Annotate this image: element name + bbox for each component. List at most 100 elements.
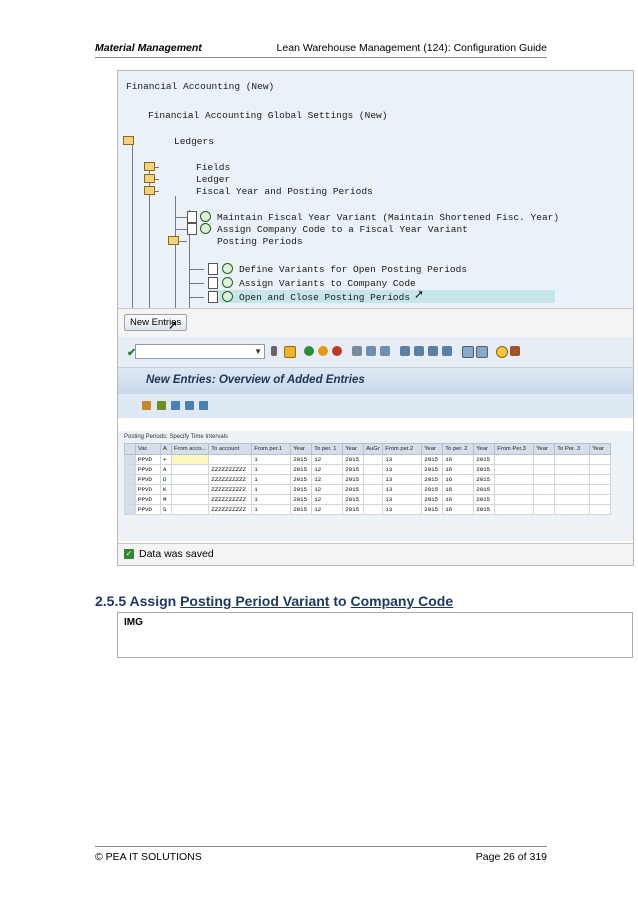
table-cell[interactable] <box>554 464 591 475</box>
find-next-icon[interactable] <box>380 346 390 356</box>
execute-clock-icon[interactable] <box>200 223 211 234</box>
table-cell[interactable] <box>363 454 384 465</box>
table-cell[interactable]: A <box>160 464 172 475</box>
table-cell[interactable] <box>589 474 612 485</box>
last-page-icon[interactable] <box>442 346 452 356</box>
table-cell[interactable]: 12 <box>311 464 344 475</box>
tree-item-ledger[interactable]: Ledger <box>196 174 230 185</box>
row-selector-header[interactable] <box>124 443 136 455</box>
table-cell[interactable]: 2015 <box>473 494 496 505</box>
table-cell[interactable] <box>554 454 591 465</box>
table-cell[interactable] <box>589 454 612 465</box>
table-cell[interactable]: 2015 <box>473 454 496 465</box>
table-cell[interactable] <box>554 504 591 515</box>
table-cell[interactable] <box>554 494 591 505</box>
copy-as-icon[interactable] <box>157 401 166 410</box>
edit-pencil-icon[interactable] <box>142 401 151 410</box>
table-cell[interactable]: D <box>160 474 172 485</box>
table-cell[interactable]: 2015 <box>421 454 444 465</box>
table-cell[interactable] <box>363 464 384 475</box>
column-header[interactable]: From Per.3 <box>494 443 535 455</box>
table-cell[interactable]: 13 <box>382 484 423 495</box>
table-cell[interactable]: 2015 <box>421 504 444 515</box>
table-cell[interactable] <box>554 484 591 495</box>
tree-item-financial-accounting[interactable]: Financial Accounting (New) <box>126 81 274 92</box>
table-cell[interactable] <box>363 504 384 515</box>
table-cell[interactable]: 13 <box>382 454 423 465</box>
table-cell[interactable]: 2015 <box>421 464 444 475</box>
tree-item-assign-variants[interactable]: Assign Variants to Company Code <box>239 278 416 289</box>
tree-item-maintain-fy-variant[interactable]: Maintain Fiscal Year Variant (Maintain S… <box>217 212 559 223</box>
table-cell[interactable] <box>170 504 210 515</box>
delete-icon[interactable] <box>171 401 180 410</box>
table-cell[interactable] <box>170 464 210 475</box>
table-cell[interactable] <box>494 504 535 515</box>
table-cell[interactable]: 1 <box>251 454 292 465</box>
table-cell[interactable]: 16 <box>442 494 475 505</box>
table-cell[interactable]: 2015 <box>342 464 365 475</box>
row-selector[interactable] <box>124 504 136 515</box>
table-cell[interactable]: S <box>160 504 172 515</box>
table-cell[interactable]: 12 <box>311 494 344 505</box>
table-cell[interactable] <box>533 464 556 475</box>
cancel-icon[interactable] <box>332 346 342 356</box>
save-back-icon[interactable] <box>271 346 277 356</box>
table-cell[interactable]: 2015 <box>473 474 496 485</box>
column-header[interactable]: From per.2 <box>382 443 423 455</box>
table-cell[interactable] <box>533 454 556 465</box>
table-cell[interactable]: 1 <box>251 494 292 505</box>
table-cell[interactable]: 16 <box>442 484 475 495</box>
print-icon[interactable] <box>352 346 362 356</box>
table-cell[interactable] <box>170 484 210 495</box>
tree-item-fields[interactable]: Fields <box>196 162 230 173</box>
table-cell[interactable]: 2015 <box>421 494 444 505</box>
column-header[interactable]: To per. 1 <box>311 443 344 455</box>
table-cell[interactable]: 2015 <box>290 494 313 505</box>
table-cell[interactable]: 2015 <box>342 504 365 515</box>
table-cell[interactable] <box>494 464 535 475</box>
table-cell[interactable]: 2015 <box>342 474 365 485</box>
table-cell[interactable]: ZZZZZZZZZZ <box>208 464 253 475</box>
back-icon[interactable] <box>304 346 314 356</box>
help-icon[interactable] <box>496 346 508 358</box>
table-cell[interactable]: ZZZZZZZZZZ <box>208 474 253 485</box>
column-header[interactable]: To per. 2 <box>442 443 475 455</box>
previous-page-icon[interactable] <box>414 346 424 356</box>
column-header[interactable]: A <box>160 443 172 455</box>
tree-item-posting-periods[interactable]: Posting Periods <box>217 236 303 247</box>
table-cell[interactable] <box>170 474 210 485</box>
table-cell[interactable]: 2015 <box>290 474 313 485</box>
layout-menu-icon[interactable] <box>510 346 520 356</box>
table-cell[interactable]: 2015 <box>473 504 496 515</box>
table-cell[interactable] <box>363 494 384 505</box>
table-cell[interactable]: 12 <box>311 504 344 515</box>
table-cell[interactable] <box>589 484 612 495</box>
table-cell[interactable]: 2015 <box>342 484 365 495</box>
table-cell[interactable]: PPVD <box>135 494 161 505</box>
tree-item-fiscal-year[interactable]: Fiscal Year and Posting Periods <box>196 186 373 197</box>
save-icon[interactable] <box>284 346 296 358</box>
table-cell[interactable]: 2015 <box>473 464 496 475</box>
table-row[interactable]: PPVD A ZZZZZZZZZZ 1 2015 12 2015 13 2015 16 2015 <box>124 464 612 475</box>
table-cell[interactable]: PPVD <box>135 474 161 485</box>
table-cell[interactable] <box>494 454 535 465</box>
table-cell[interactable]: K <box>160 484 172 495</box>
table-cell[interactable]: 12 <box>311 484 344 495</box>
table-cell[interactable] <box>170 454 210 465</box>
execute-clock-icon[interactable] <box>222 291 233 302</box>
table-cell[interactable]: 1 <box>251 484 292 495</box>
tree-item-assign-company-code-fy[interactable]: Assign Company Code to a Fiscal Year Var… <box>217 224 468 235</box>
table-cell[interactable]: 13 <box>382 474 423 485</box>
table-cell[interactable]: 12 <box>311 474 344 485</box>
table-cell[interactable]: M <box>160 494 172 505</box>
table-cell[interactable]: 13 <box>382 464 423 475</box>
tree-item-define-variants[interactable]: Define Variants for Open Posting Periods <box>239 264 467 275</box>
chevron-down-icon[interactable]: ▼ <box>254 345 262 358</box>
table-cell[interactable]: 2015 <box>290 504 313 515</box>
column-header[interactable]: From acco... <box>170 443 210 455</box>
table-cell[interactable] <box>533 494 556 505</box>
command-field[interactable]: ▼ <box>135 344 265 359</box>
table-cell[interactable] <box>170 494 210 505</box>
posting-period-variant-link[interactable]: Posting Period Variant <box>180 593 329 609</box>
table-cell[interactable] <box>494 494 535 505</box>
